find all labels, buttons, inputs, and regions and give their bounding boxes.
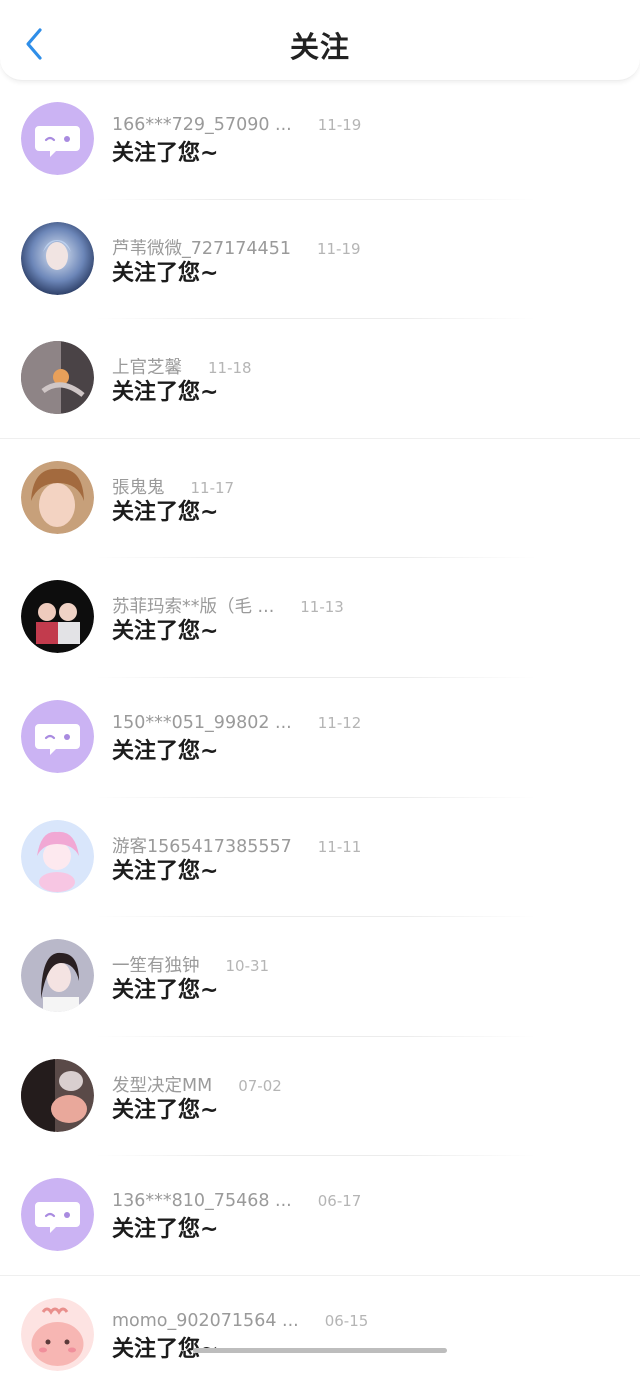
list-item[interactable]: 上官芝馨 11-18 关注了您~ <box>0 319 640 439</box>
list-item[interactable]: 发型决定MM 07-02 关注了您~ <box>0 1037 640 1157</box>
user-name: momo_902071564 ... 06-15 <box>112 1310 369 1331</box>
default-avatar-icon <box>21 1178 94 1252</box>
follow-time: 11-13 <box>300 598 344 617</box>
follow-time: 11-12 <box>317 713 362 732</box>
page-title: 关注 <box>289 30 350 64</box>
nav-bar: 关注 <box>0 0 640 81</box>
follow-time: 06-17 <box>317 1192 362 1211</box>
default-avatar-icon <box>21 102 94 175</box>
avatar[interactable] <box>21 221 94 295</box>
default-avatar-icon <box>21 699 94 773</box>
avatar[interactable] <box>21 939 94 1013</box>
user-name: 166***729_57090 ... 11-19 <box>112 115 362 135</box>
user-photo <box>21 1297 94 1371</box>
follow-message: 关注了您~ <box>112 499 219 525</box>
avatar[interactable] <box>21 699 94 773</box>
avatar[interactable] <box>21 1297 94 1371</box>
avatar[interactable] <box>21 819 94 893</box>
list-item[interactable]: 苏菲玛索**版（毛 ... 11-13 关注了您~ <box>0 558 640 678</box>
avatar[interactable] <box>21 580 94 654</box>
follow-message: 关注了您~ <box>112 141 219 166</box>
follow-message: 关注了您~ <box>112 978 219 1004</box>
follow-time: 06-15 <box>324 1311 369 1330</box>
list-item[interactable]: 游客1565417385557 11-11 关注了您~ <box>0 798 640 918</box>
follow-time: 10-31 <box>225 957 270 976</box>
list-item[interactable]: 150***051_99802 ... 11-12 关注了您~ <box>0 678 640 798</box>
avatar[interactable] <box>21 341 94 415</box>
follow-message: 关注了您~ <box>112 1217 219 1243</box>
follow-time: 11-11 <box>317 837 362 856</box>
follow-message: 关注了您~ <box>112 738 219 764</box>
follow-message: 关注了您~ <box>112 380 219 406</box>
follower-list: 166***729_57090 ... 11-19 关注了您~ 芦苇微微_7271… <box>0 80 640 1396</box>
home-indicator <box>193 1348 447 1353</box>
user-photo <box>21 819 94 893</box>
user-photo <box>21 221 94 295</box>
user-photo <box>21 1058 94 1132</box>
avatar[interactable] <box>21 1058 94 1132</box>
follow-time: 07-02 <box>238 1076 282 1095</box>
follow-time: 11-19 <box>317 116 362 134</box>
avatar[interactable] <box>21 460 94 534</box>
follow-message: 关注了您~ <box>112 260 219 286</box>
follow-message: 关注了您~ <box>112 1097 219 1123</box>
follow-message: 关注了您~ <box>112 619 219 645</box>
list-item[interactable]: 一笙有独钟 10-31 关注了您~ <box>0 917 640 1037</box>
user-photo <box>21 939 94 1013</box>
follow-message: 关注了您~ <box>112 1336 219 1362</box>
follow-message: 关注了您~ <box>112 858 219 884</box>
avatar[interactable] <box>21 1178 94 1252</box>
list-item[interactable]: 166***729_57090 ... 11-19 关注了您~ <box>0 80 640 200</box>
list-item[interactable]: 張鬼鬼 11-17 关注了您~ <box>0 439 640 559</box>
list-item[interactable]: 136***810_75468 ... 06-17 关注了您~ <box>0 1156 640 1276</box>
follow-time: 11-19 <box>316 239 361 258</box>
user-photo <box>21 580 94 654</box>
user-name: 136***810_75468 ... 06-17 <box>112 1191 362 1212</box>
user-photo <box>21 460 94 534</box>
list-item[interactable]: momo_902071564 ... 06-15 关注了您~ <box>0 1276 640 1396</box>
list-item[interactable]: 芦苇微微_727174451 11-19 关注了您~ <box>0 200 640 320</box>
avatar[interactable] <box>21 102 94 175</box>
user-photo <box>21 341 94 415</box>
user-name: 150***051_99802 ... 11-12 <box>112 712 362 733</box>
